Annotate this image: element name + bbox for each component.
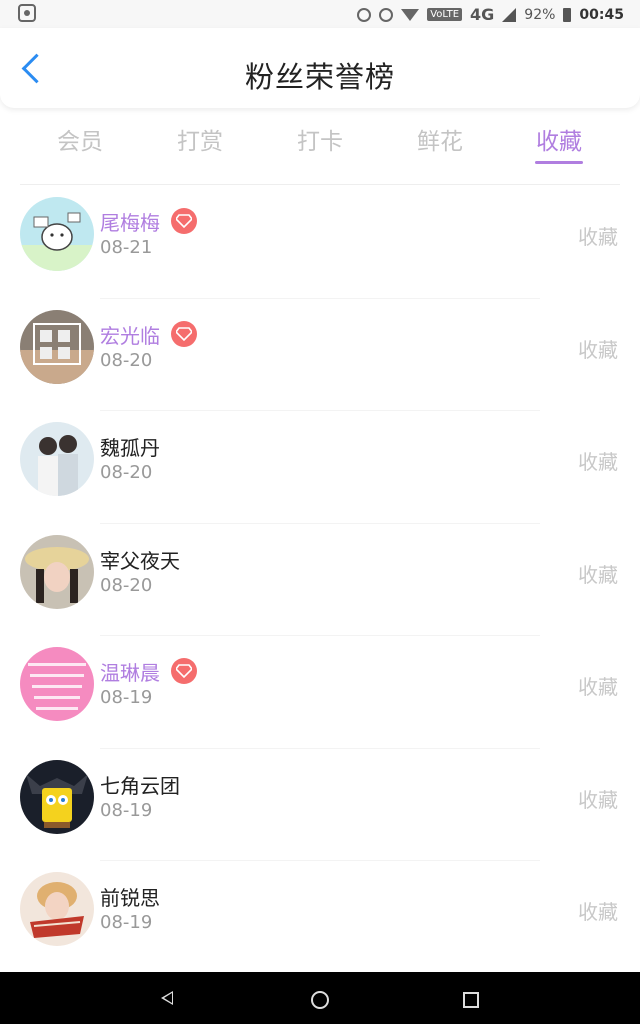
tab-member[interactable]: 会员: [30, 122, 130, 156]
list-item[interactable]: 前锐思 08-19 收藏: [0, 861, 640, 974]
fan-name: 宰父夜天: [100, 548, 180, 573]
tab-flowers[interactable]: 鲜花: [390, 122, 490, 156]
fan-name: 七角云团: [100, 773, 180, 798]
status-icons: VoLTE 4G 92% 00:45: [357, 5, 624, 24]
network-type: 4G: [470, 5, 495, 24]
action-label: 收藏: [578, 675, 618, 699]
fan-name: 前锐思: [100, 886, 160, 910]
fan-list: 尾梅梅 08-21 收藏 宏光临 08-20 收藏 魏孤丹 08-20 收藏 宰…: [0, 186, 640, 974]
vip-diamond-icon: [171, 208, 197, 234]
tab-bar: 会员 打赏 打卡 鲜花 收藏: [0, 108, 640, 178]
fan-name: 魏孤丹: [100, 436, 160, 460]
vip-diamond-icon: [171, 658, 197, 684]
triangle-back-icon[interactable]: [161, 991, 173, 1005]
avatar[interactable]: [20, 534, 94, 609]
tab-checkin[interactable]: 打卡: [270, 122, 370, 156]
tab-favorites[interactable]: 收藏: [509, 122, 609, 156]
avatar[interactable]: [20, 759, 94, 834]
alarm-icon: [379, 7, 394, 22]
list-item[interactable]: 魏孤丹 08-20 收藏: [0, 411, 640, 524]
list-item[interactable]: 宰父夜天 08-20 收藏: [0, 524, 640, 636]
fan-date: 08-21: [100, 237, 153, 258]
avatar[interactable]: [20, 647, 94, 721]
fan-name: 宏光临: [100, 323, 160, 348]
volte-badge: VoLTE: [427, 8, 463, 21]
fan-name: 温琳晨: [100, 661, 160, 685]
action-label: 收藏: [578, 787, 618, 812]
avatar[interactable]: [20, 309, 94, 384]
list-item[interactable]: 宏光临 08-20 收藏: [0, 299, 640, 411]
fan-date: 08-20: [100, 349, 153, 371]
page-title: 粉丝荣誉榜: [244, 60, 395, 94]
action-label: 收藏: [578, 225, 618, 249]
fan-date: 08-20: [100, 462, 153, 483]
active-tab-indicator: [535, 161, 583, 164]
square-recent-icon[interactable]: [463, 992, 479, 1008]
fan-date: 08-20: [100, 574, 153, 596]
clock: 00:45: [579, 6, 624, 23]
battery-percent: 92%: [524, 6, 556, 23]
list-item[interactable]: 温琳晨 08-19 收藏: [0, 636, 640, 749]
app-notification-icon: [18, 4, 36, 22]
action-label: 收藏: [578, 900, 618, 924]
signal-icon: [502, 7, 517, 22]
avatar[interactable]: [20, 422, 94, 496]
tab-tip[interactable]: 打赏: [150, 122, 250, 156]
app-header: 粉丝荣誉榜: [0, 28, 640, 108]
fan-date: 08-19: [100, 799, 153, 821]
status-bar: VoLTE 4G 92% 00:45: [0, 0, 640, 28]
tabs-divider: [20, 184, 620, 185]
vip-diamond-icon: [171, 320, 197, 347]
action-label: 收藏: [578, 450, 618, 474]
action-label: 收藏: [578, 337, 618, 362]
list-item[interactable]: 尾梅梅 08-21 收藏: [0, 186, 640, 299]
do-not-disturb-icon: [357, 7, 372, 22]
wifi-icon: [401, 8, 420, 21]
action-label: 收藏: [578, 562, 618, 587]
system-nav-bar: [0, 972, 640, 1024]
avatar[interactable]: [20, 197, 94, 271]
avatar[interactable]: [20, 872, 94, 946]
fan-date: 08-19: [100, 912, 153, 933]
fan-name: 尾梅梅: [100, 211, 160, 235]
list-item[interactable]: 七角云团 08-19 收藏: [0, 749, 640, 861]
circle-home-icon[interactable]: [311, 991, 329, 1009]
fan-date: 08-19: [100, 687, 153, 708]
battery-icon: [563, 7, 572, 22]
